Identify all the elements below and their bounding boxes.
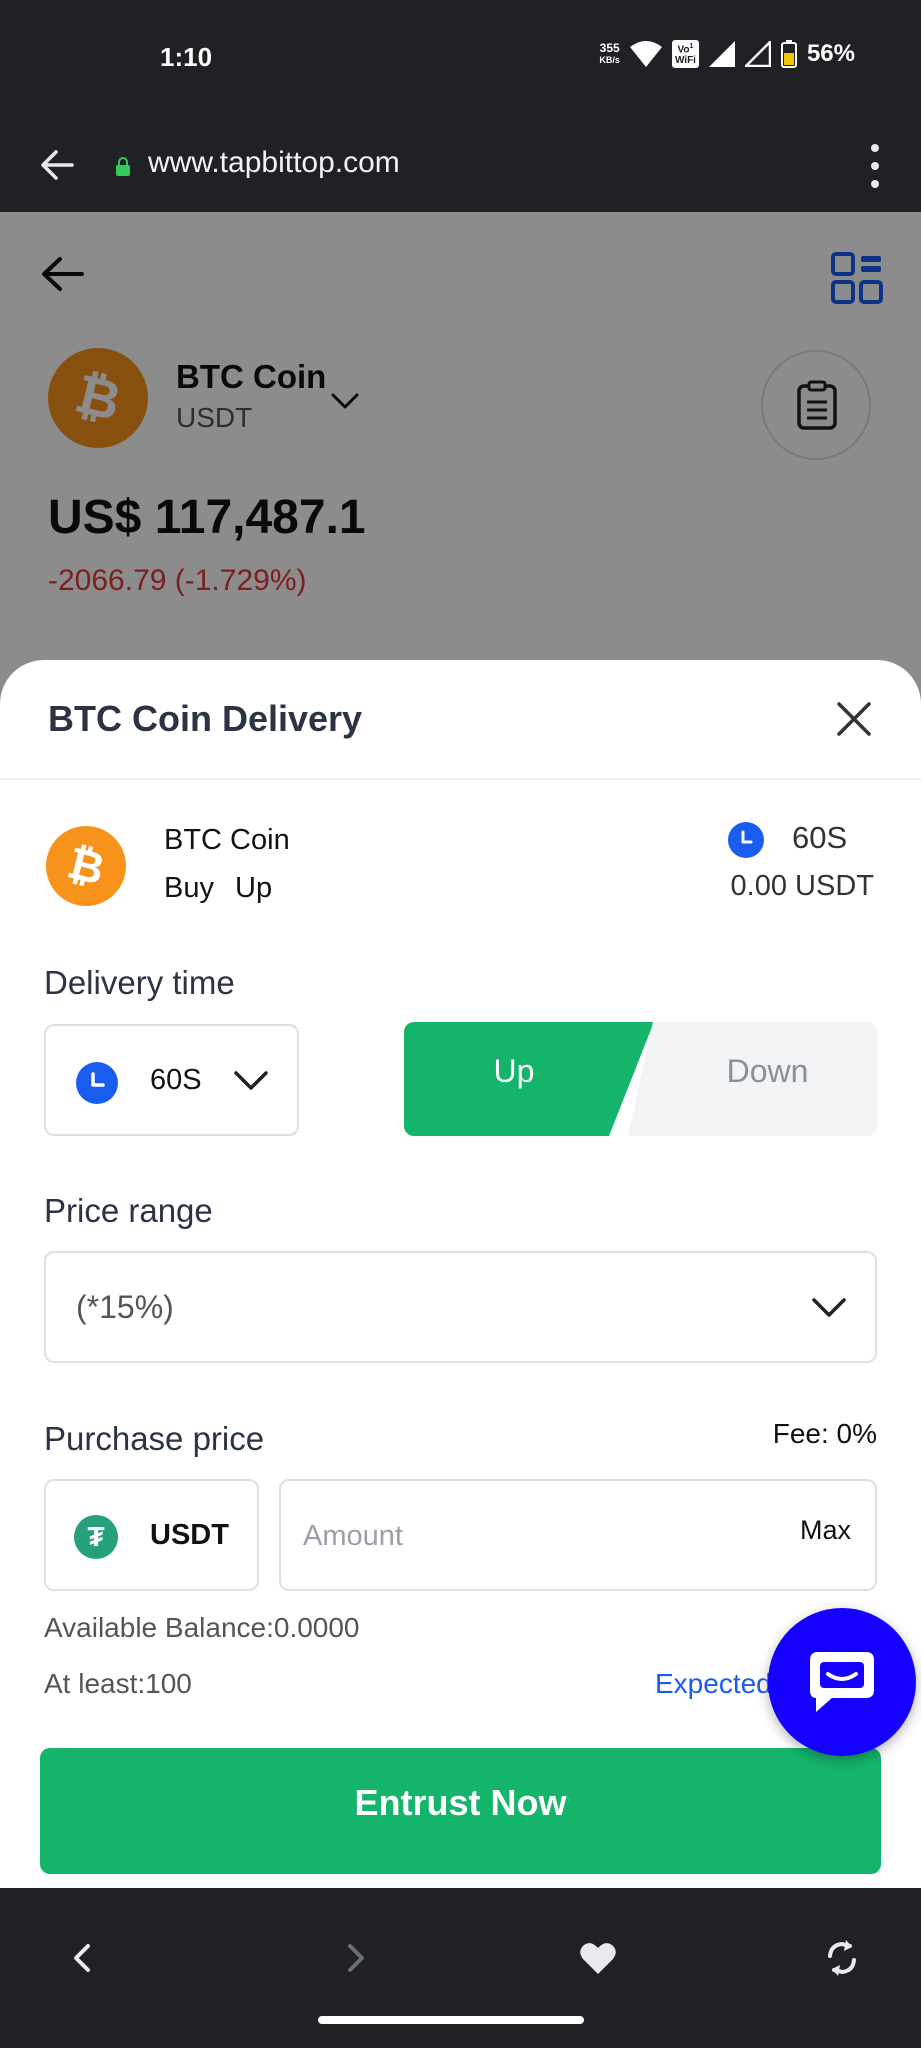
heart-icon[interactable] — [578, 1938, 618, 1978]
purchase-price-label: Purchase price — [44, 1420, 265, 1457]
net-speed: 355 KB/s — [599, 42, 620, 66]
status-icons: 355 KB/s Vo1 WiFi 56% — [599, 40, 855, 68]
expected-link[interactable]: Expected — [655, 1668, 772, 1700]
entrust-now-button[interactable]: Entrust Now — [40, 1748, 881, 1874]
delivery-time-value: 60S — [150, 1064, 202, 1096]
btc-logo: ₿ — [46, 826, 126, 906]
clock-icon — [76, 1062, 118, 1104]
refresh-icon[interactable] — [822, 1938, 862, 1978]
net-speed-value: 355 — [599, 41, 620, 55]
price-range-label: Price range — [44, 1192, 213, 1229]
chevron-down-icon — [234, 1071, 268, 1090]
delivery-time-label: Delivery time — [44, 964, 235, 1001]
max-button[interactable]: Max — [800, 1515, 851, 1546]
volte-badge: Vo1 WiFi — [671, 40, 699, 68]
back-arrow-icon[interactable] — [38, 146, 76, 184]
nav-forward-icon[interactable] — [336, 1938, 376, 1978]
signal-icon — [708, 41, 735, 67]
battery-percent: 56% — [806, 40, 855, 67]
summary-coin: BTC Coin — [164, 824, 290, 856]
sheet-title: BTC Coin Delivery — [48, 698, 363, 739]
summary-direction: Up — [235, 872, 273, 904]
amount-field: Max — [279, 1479, 877, 1591]
usdt-icon: ₮ — [74, 1515, 118, 1559]
currency-selector[interactable]: ₮ USDT — [44, 1479, 259, 1591]
down-button[interactable]: Down — [628, 1022, 877, 1136]
volte-sup: 1 — [689, 43, 694, 51]
url-bar[interactable]: www.tapbittop.com — [148, 146, 400, 180]
lock-icon — [116, 157, 130, 176]
available-balance: Available Balance:0.0000 — [44, 1612, 360, 1643]
close-icon[interactable] — [835, 700, 873, 738]
browser-toolbar: www.tapbittop.com — [0, 118, 921, 212]
chevron-down-icon — [812, 1298, 846, 1317]
chat-bubble-icon — [810, 1652, 874, 1712]
wifi-icon — [629, 41, 662, 67]
volte-bottom: WiFi — [674, 54, 696, 66]
clock-icon — [728, 822, 764, 858]
volte-top: Vo — [677, 44, 690, 56]
price-range-select[interactable]: (*15%) — [44, 1251, 877, 1363]
up-button[interactable]: Up — [404, 1022, 654, 1136]
browser-bottom-nav — [0, 1888, 921, 2048]
currency-value: USDT — [150, 1519, 229, 1551]
more-menu-icon[interactable] — [869, 144, 881, 188]
nav-back-icon[interactable] — [62, 1938, 102, 1978]
battery-icon — [780, 40, 797, 68]
divider — [0, 778, 921, 780]
svg-text:₿: ₿ — [63, 838, 110, 894]
home-indicator[interactable] — [318, 2016, 584, 2024]
chat-button[interactable] — [768, 1608, 916, 1756]
net-speed-unit: KB/s — [599, 55, 620, 65]
summary-time: 60S — [792, 820, 848, 855]
status-bar: 1:10 355 KB/s Vo1 WiFi 56% — [0, 0, 921, 118]
status-time: 1:10 — [160, 42, 213, 72]
summary-side: Buy — [164, 872, 214, 904]
signal-icon — [744, 41, 771, 67]
amount-input[interactable] — [303, 1511, 743, 1561]
price-range-value: (*15%) — [76, 1289, 174, 1325]
direction-toggle: Up Down — [404, 1022, 877, 1136]
minimum-amount: At least:100 — [44, 1668, 192, 1699]
summary-amount: 0.00 USDT — [730, 870, 874, 902]
fee-text: Fee: 0% — [772, 1418, 877, 1449]
delivery-time-select[interactable]: 60S — [44, 1024, 299, 1136]
